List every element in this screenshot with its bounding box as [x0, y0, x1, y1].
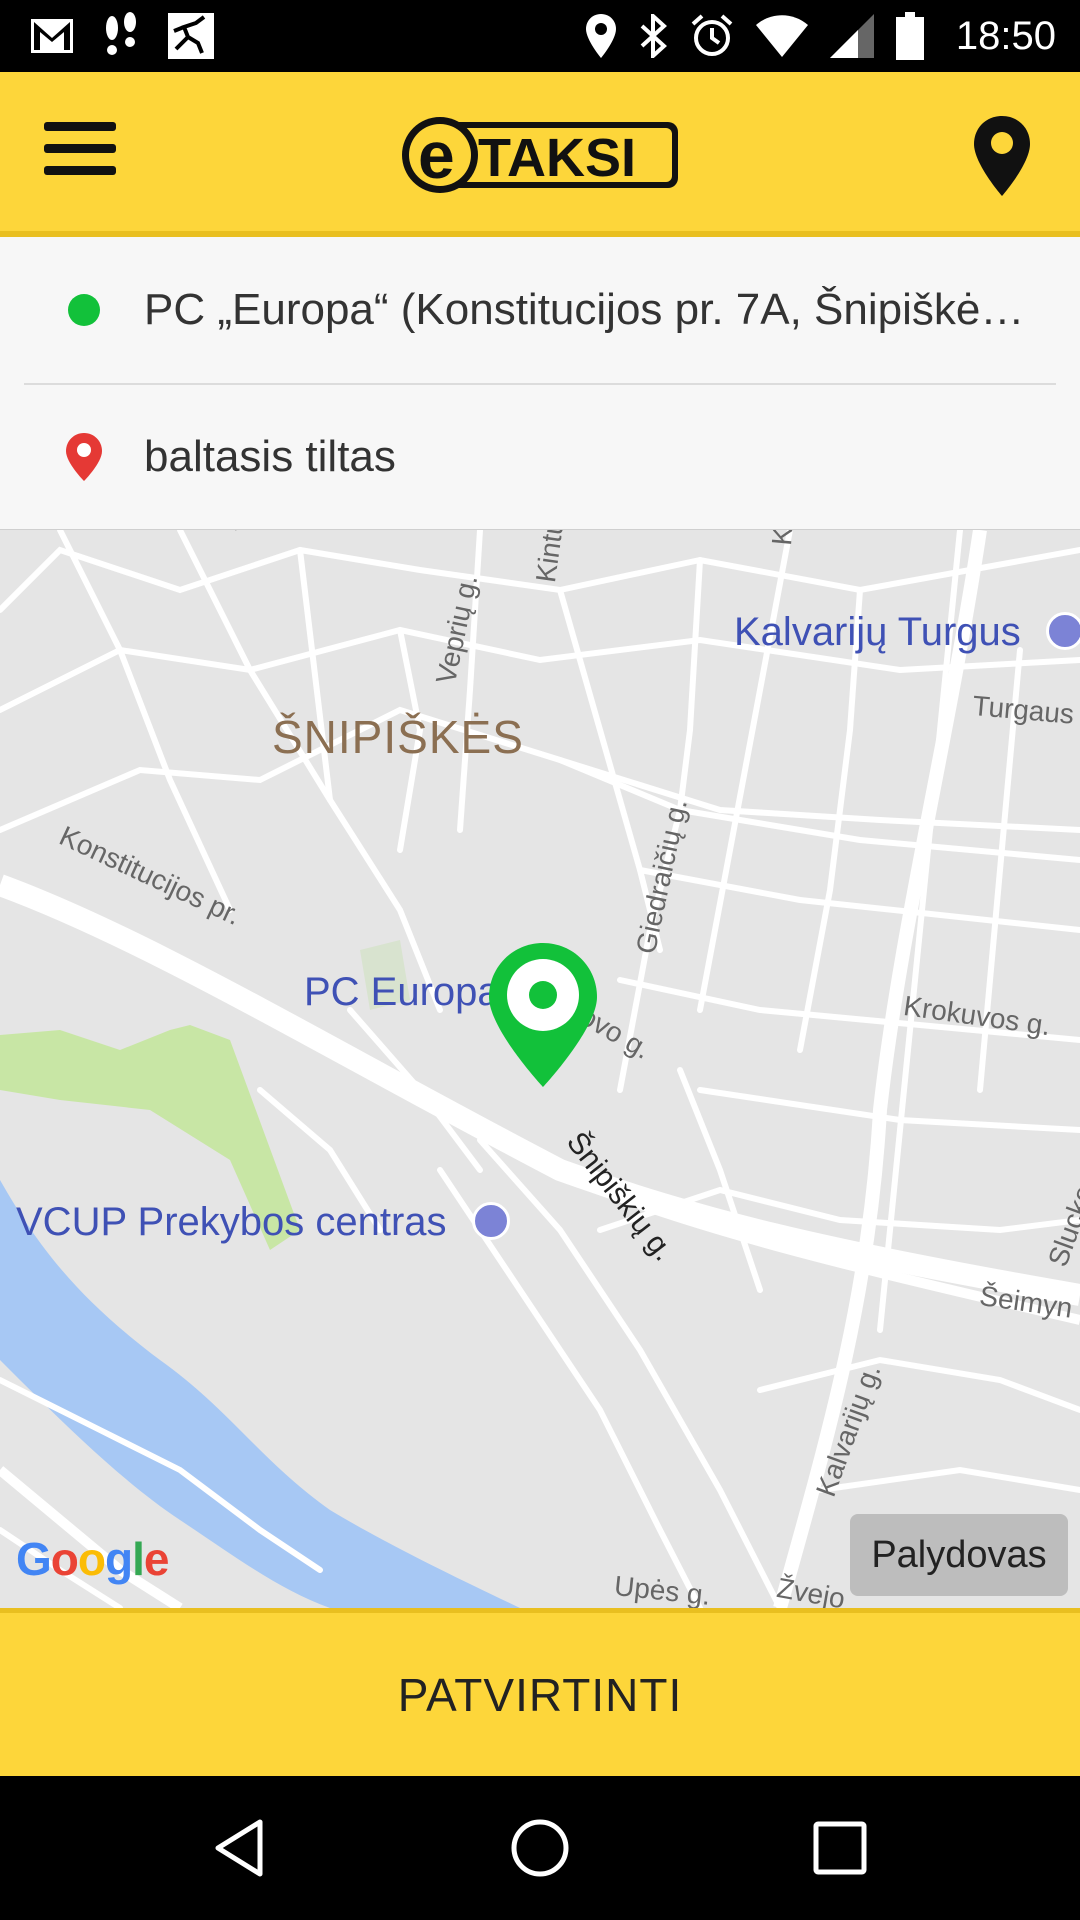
satellite-button[interactable]: Palydovas — [850, 1514, 1068, 1596]
status-bar: 18:50 — [0, 0, 1080, 72]
signal-icon — [829, 14, 874, 58]
app-bar: e TAKSI — [0, 72, 1080, 237]
gmail-icon — [31, 19, 73, 53]
destination-row[interactable]: baltasis tiltas — [0, 384, 1080, 530]
poi-pc-europa[interactable]: PC Europa — [304, 970, 500, 1015]
destination-pin-icon — [66, 433, 102, 481]
recents-icon[interactable] — [808, 1816, 872, 1880]
location-pin-icon[interactable] — [974, 116, 1030, 196]
logo-text: TAKSI — [478, 128, 636, 188]
alarm-icon — [691, 14, 733, 56]
destination-address: baltasis tiltas — [144, 432, 396, 481]
logo-prefix: e — [418, 118, 455, 192]
footsteps-icon — [106, 12, 136, 55]
poi-kalvariju-turgus[interactable]: Kalvarijų Turgus — [734, 610, 1021, 655]
home-icon[interactable] — [508, 1816, 572, 1880]
district-label: ŠNIPIŠKĖS — [272, 711, 524, 763]
activity-icon — [168, 13, 214, 59]
route-panel: PC „Europa“ (Konstitucijos pr. 7A, Šnipi… — [0, 237, 1080, 530]
navigation-bar — [0, 1776, 1080, 1920]
wifi-icon — [755, 15, 808, 57]
pickup-marker-icon[interactable] — [485, 941, 601, 1089]
clock: 18:50 — [955, 13, 1056, 58]
location-icon — [585, 14, 616, 58]
bluetooth-icon — [640, 14, 667, 58]
menu-icon — [44, 122, 116, 131]
shopping-cart-icon[interactable] — [1046, 612, 1080, 650]
pickup-address: PC „Europa“ (Konstitucijos pr. 7A, Šnipi… — [144, 285, 1030, 334]
poi-vcup[interactable]: VCUP Prekybos centras — [16, 1200, 447, 1245]
pickup-dot-icon — [68, 294, 100, 326]
google-attribution: Google — [16, 1533, 169, 1585]
battery-icon — [895, 12, 924, 60]
back-icon[interactable] — [210, 1816, 274, 1880]
confirm-button[interactable]: PATVIRTINTI — [0, 1608, 1080, 1776]
etaksi-logo: e TAKSI — [402, 117, 678, 193]
pickup-row[interactable]: PC „Europa“ (Konstitucijos pr. 7A, Šnipi… — [0, 237, 1080, 383]
map[interactable]: ŠNIPIŠKĖS Kalvarijų Turgus PC Europa VCU… — [0, 530, 1080, 1608]
shopping-bag-icon[interactable] — [472, 1202, 510, 1240]
menu-button[interactable] — [44, 122, 120, 186]
